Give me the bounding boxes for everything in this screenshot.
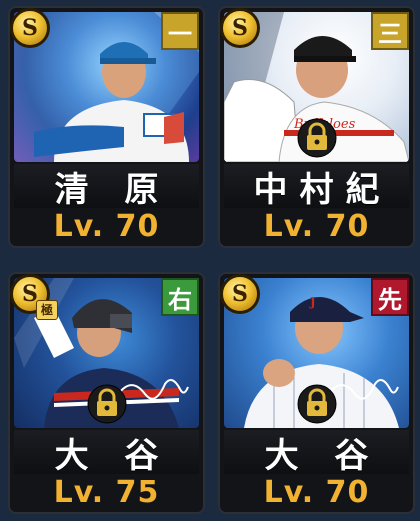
padlock-icon [297, 118, 336, 158]
player-name: 清 原 [14, 164, 199, 210]
player-level: Lv. 70 [263, 208, 370, 244]
position-badge: 先 [371, 278, 409, 316]
player-card-nakamura[interactable]: Buffaloes S 三 中村紀 Lv. 70 [218, 6, 415, 248]
player-name: 中村紀 [224, 164, 409, 210]
padlock-icon [87, 384, 126, 424]
gold-s-coin-icon: S [10, 8, 50, 48]
gold-s-coin-icon: S [220, 274, 260, 314]
kiwami-badge: 極 [36, 300, 58, 320]
position-badge: 一 [161, 12, 199, 50]
gold-s-coin-icon: S [220, 8, 260, 48]
player-name: 大 谷 [224, 430, 409, 476]
player-card-kiyohara[interactable]: S 一 清 原 Lv. 70 [8, 6, 205, 248]
position-badge: 右 [161, 278, 199, 316]
player-level: Lv. 75 [53, 474, 160, 510]
position-badge: 三 [371, 12, 409, 50]
player-name: 大 谷 [14, 430, 199, 476]
player-card-ohtani-batter[interactable]: S 極 右 大 谷 Lv. 75 [8, 272, 205, 514]
svg-text:J: J [309, 295, 316, 309]
player-card-ohtani-pitcher[interactable]: J S 先 大 谷 Lv. 70 [218, 272, 415, 514]
player-level: Lv. 70 [263, 474, 370, 510]
player-level: Lv. 70 [53, 208, 160, 244]
padlock-icon [297, 384, 336, 424]
